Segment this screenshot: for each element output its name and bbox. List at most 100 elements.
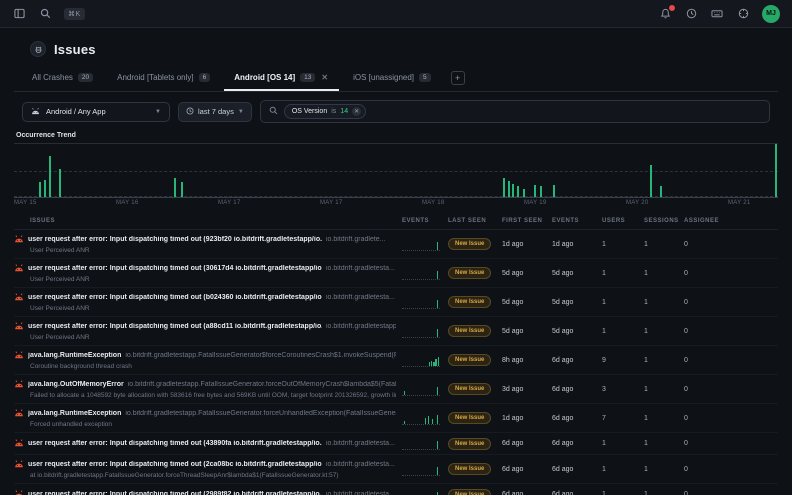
tab-all-crashes[interactable]: All Crashes20: [22, 68, 103, 91]
status-cell: New Issue: [448, 238, 496, 250]
issue-location: io.bitdrift.gradletestapp.FatalIssueGene…: [125, 410, 396, 417]
column-header-users[interactable]: USERS: [602, 218, 638, 224]
time-range-dropdown[interactable]: last 7 days ▼: [178, 102, 252, 122]
history-clock-icon[interactable]: [684, 7, 698, 21]
issue-title-cell: java.lang.RuntimeExceptionio.bitdrift.gr…: [14, 350, 396, 370]
main-content: Issues All Crashes20Android [Tablets onl…: [0, 41, 792, 495]
events-count-cell: 1: [602, 241, 638, 248]
app-selector-dropdown[interactable]: Android / Any App ▼: [22, 102, 170, 122]
search-shortcut-badge: ⌘K: [64, 8, 85, 20]
sidebar-toggle-icon[interactable]: [12, 7, 26, 21]
tab-ios-unassigned[interactable]: iOS [unassigned]5: [343, 68, 441, 91]
column-header-first-seen[interactable]: FIRST SEEN: [502, 218, 546, 224]
issue-title: user request after error: Input dispatch…: [28, 294, 322, 301]
users-count-cell: 1: [644, 328, 678, 335]
tab-count-badge: 6: [199, 73, 211, 82]
table-row[interactable]: user request after error: Input dispatch…: [14, 317, 778, 346]
column-header-last-seen[interactable]: LAST SEEN: [448, 218, 496, 224]
chart-bar: [49, 156, 51, 197]
status-cell: New Issue: [448, 267, 496, 279]
last-seen-cell: 6d ago: [502, 491, 546, 495]
search-icon[interactable]: [38, 7, 52, 21]
add-view-button[interactable]: +: [451, 71, 465, 85]
issue-location: io.bitdrift.gradletesta...: [326, 491, 396, 495]
issue-title-line: java.lang.RuntimeExceptionio.bitdrift.gr…: [14, 408, 396, 419]
table-row[interactable]: java.lang.RuntimeExceptionio.bitdrift.gr…: [14, 346, 778, 375]
new-issue-badge: New Issue: [448, 325, 491, 337]
issue-title-line: user request after error: Input dispatch…: [14, 438, 396, 449]
gridline: [14, 171, 778, 172]
android-crash-icon: [14, 234, 24, 245]
notifications-bell-icon[interactable]: [658, 7, 672, 21]
table-row[interactable]: java.lang.RuntimeExceptionio.bitdrift.gr…: [14, 404, 778, 433]
issue-title-cell: user request after error: Input dispatch…: [14, 292, 396, 312]
events-sparkline: [402, 412, 440, 425]
table-row[interactable]: user request after error: Input dispatch…: [14, 484, 778, 495]
column-header-issues[interactable]: ISSUES: [14, 218, 396, 224]
table-row[interactable]: user request after error: Input dispatch…: [14, 288, 778, 317]
chart-bar: [523, 189, 525, 197]
chart-bar: [650, 165, 652, 197]
last-seen-cell: 5d ago: [502, 270, 546, 277]
time-range-value: last 7 days: [198, 107, 234, 116]
tab-close-icon[interactable]: ✕: [320, 73, 329, 82]
last-seen-cell: 6d ago: [502, 466, 546, 473]
keyboard-icon[interactable]: [710, 7, 724, 21]
issue-title-cell: user request after error: Input dispatch…: [14, 438, 396, 449]
chip-remove-icon[interactable]: ✕: [352, 107, 361, 116]
help-icon[interactable]: [736, 7, 750, 21]
first-seen-cell: 5d ago: [552, 270, 596, 277]
table-row[interactable]: user request after error: Input dispatch…: [14, 455, 778, 484]
filter-search-input[interactable]: OS Version is 14 ✕: [260, 100, 770, 123]
tab-label: iOS [unassigned]: [353, 73, 414, 82]
chip-value: 14: [340, 108, 348, 115]
column-header-events[interactable]: EVENTS: [552, 218, 596, 224]
status-cell: New Issue: [448, 296, 496, 308]
sessions-count-cell: 0: [684, 466, 726, 473]
chart-bar: [44, 180, 46, 197]
chart-bar: [512, 184, 514, 197]
events-count-cell: 9: [602, 357, 638, 364]
table-row[interactable]: user request after error: Input dispatch…: [14, 259, 778, 288]
new-issue-badge: New Issue: [448, 463, 491, 475]
sessions-count-cell: 0: [684, 357, 726, 364]
sparkline-bar: [425, 418, 427, 423]
android-crash-icon: [14, 321, 24, 332]
app-selector-value: Android / Any App: [46, 107, 149, 116]
column-header-assignee[interactable]: ASSIGNEE: [684, 218, 726, 224]
tab-android-tablets-only[interactable]: Android [Tablets only] 6: [107, 68, 220, 91]
users-count-cell: 1: [644, 440, 678, 447]
issue-title: user request after error: Input dispatch…: [28, 440, 322, 447]
sparkline-bar: [437, 441, 439, 449]
chart-plot-area: [14, 143, 778, 197]
first-seen-cell: 5d ago: [552, 328, 596, 335]
user-avatar[interactable]: MJ: [762, 5, 780, 23]
last-seen-cell: 3d ago: [502, 386, 546, 393]
tab-android-os-14[interactable]: Android [OS 14]13✕: [224, 68, 339, 91]
chart-title: Occurrence Trend: [16, 132, 778, 139]
table-row[interactable]: java.lang.OutOfMemoryErrorio.bitdrift.gr…: [14, 375, 778, 404]
status-cell: New Issue: [448, 325, 496, 337]
column-header-events[interactable]: EVENTS: [402, 218, 442, 224]
events-sparkline: [402, 383, 440, 396]
sparkline-bar: [435, 359, 437, 366]
column-header-sessions[interactable]: SESSIONS: [644, 218, 678, 224]
chart-bar: [660, 186, 662, 197]
table-row[interactable]: user request after error: Input dispatch…: [14, 433, 778, 455]
events-sparkline: [402, 488, 440, 495]
new-issue-badge: New Issue: [448, 489, 491, 495]
users-count-cell: 1: [644, 357, 678, 364]
table-row[interactable]: user request after error: Input dispatch…: [14, 230, 778, 259]
issue-location: io.bitdrift.gradletesta...: [326, 440, 396, 447]
users-count-cell: 1: [644, 466, 678, 473]
issue-subtitle: Coroutine background thread crash: [14, 363, 396, 370]
chevron-down-icon: ▼: [155, 109, 161, 115]
x-axis-tick-label: MAY 15: [14, 200, 37, 206]
sessions-count-cell: 0: [684, 491, 726, 495]
filter-chip-os-version[interactable]: OS Version is 14 ✕: [284, 104, 366, 119]
tab-count-badge: 20: [78, 73, 93, 82]
new-issue-badge: New Issue: [448, 354, 491, 366]
first-seen-cell: 6d ago: [552, 415, 596, 422]
tab-label: Android [Tablets only]: [117, 73, 194, 82]
issue-title: user request after error: Input dispatch…: [28, 236, 322, 243]
